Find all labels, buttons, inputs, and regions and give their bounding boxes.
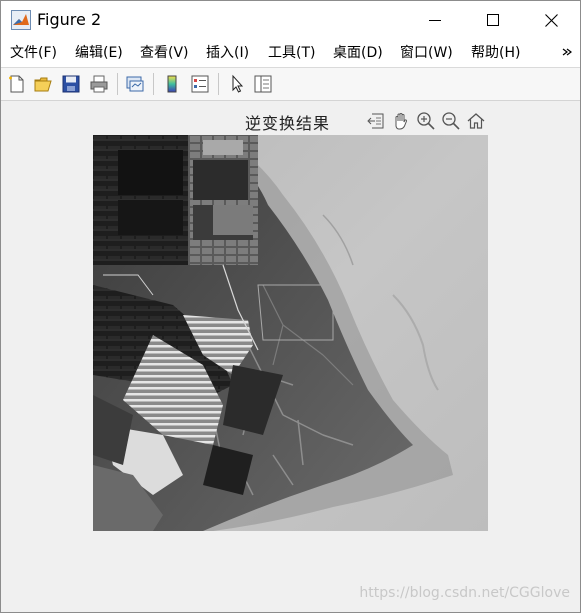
print-button[interactable] [87,72,111,96]
pan-button[interactable] [390,110,412,132]
window-title: Figure 2 [37,10,102,29]
open-file-icon [34,77,52,92]
save-icon [62,75,80,93]
property-inspector-button[interactable] [251,72,275,96]
export-button[interactable] [365,110,387,132]
menu-desktop[interactable]: 桌面(D) [333,44,383,62]
colorbar-icon [167,75,177,93]
pointer-icon [232,74,244,93]
minimize-button[interactable] [406,1,464,39]
link-plot-icon [126,76,144,92]
toolbar [1,68,580,101]
property-inspector-icon [254,75,272,93]
menu-edit[interactable]: 编辑(E) [75,44,123,62]
legend-button[interactable] [188,72,212,96]
close-button[interactable] [522,1,580,39]
zoom-in-button[interactable] [415,110,437,132]
figure-canvas: 逆变换结果 https://blog.csdn.net/CGGlove [1,101,580,612]
print-icon [90,75,108,93]
menu-insert[interactable]: 插入(I) [206,44,249,62]
menu-bar: 文件(F) 编辑(E) 查看(V) 插入(I) 工具(T) 桌面(D) 窗口(W… [1,39,580,68]
toolbar-separator [153,73,154,95]
grayscale-image[interactable] [93,135,488,531]
menu-window[interactable]: 窗口(W) [400,44,453,62]
title-bar[interactable]: Figure 2 [1,1,580,39]
open-file-button[interactable] [31,72,55,96]
satellite-image-render [93,135,488,531]
home-icon [467,113,485,129]
home-button[interactable] [465,110,487,132]
zoom-out-button[interactable] [440,110,462,132]
figure-window: Figure 2 文件(F) 编辑(E) 查看(V) 插入(I) 工具(T) 桌… [0,0,581,613]
pan-hand-icon [395,113,408,130]
menu-file[interactable]: 文件(F) [10,44,57,62]
link-plot-button[interactable] [123,72,147,96]
new-figure-icon [9,75,24,93]
legend-icon [191,75,209,93]
toolbar-separator [218,73,219,95]
zoom-out-icon [442,112,460,130]
zoom-in-icon [417,112,435,130]
axes-title: 逆变换结果 [245,114,331,133]
menu-view[interactable]: 查看(V) [140,44,189,62]
pointer-button[interactable] [225,72,249,96]
minimize-icon [429,20,441,21]
menu-overflow-icon[interactable] [560,43,574,61]
maximize-button[interactable] [464,1,522,39]
colorbar-button[interactable] [160,72,184,96]
toolbar-separator [117,73,118,95]
new-figure-button[interactable] [5,72,29,96]
save-button[interactable] [59,72,83,96]
watermark-text: https://blog.csdn.net/CGGlove [359,585,570,601]
menu-tools[interactable]: 工具(T) [268,44,315,62]
maximize-icon [487,14,499,26]
menu-help[interactable]: 帮助(H) [471,44,520,62]
matlab-app-icon [11,10,31,30]
brush-export-icon [367,113,384,129]
close-icon [544,13,558,27]
